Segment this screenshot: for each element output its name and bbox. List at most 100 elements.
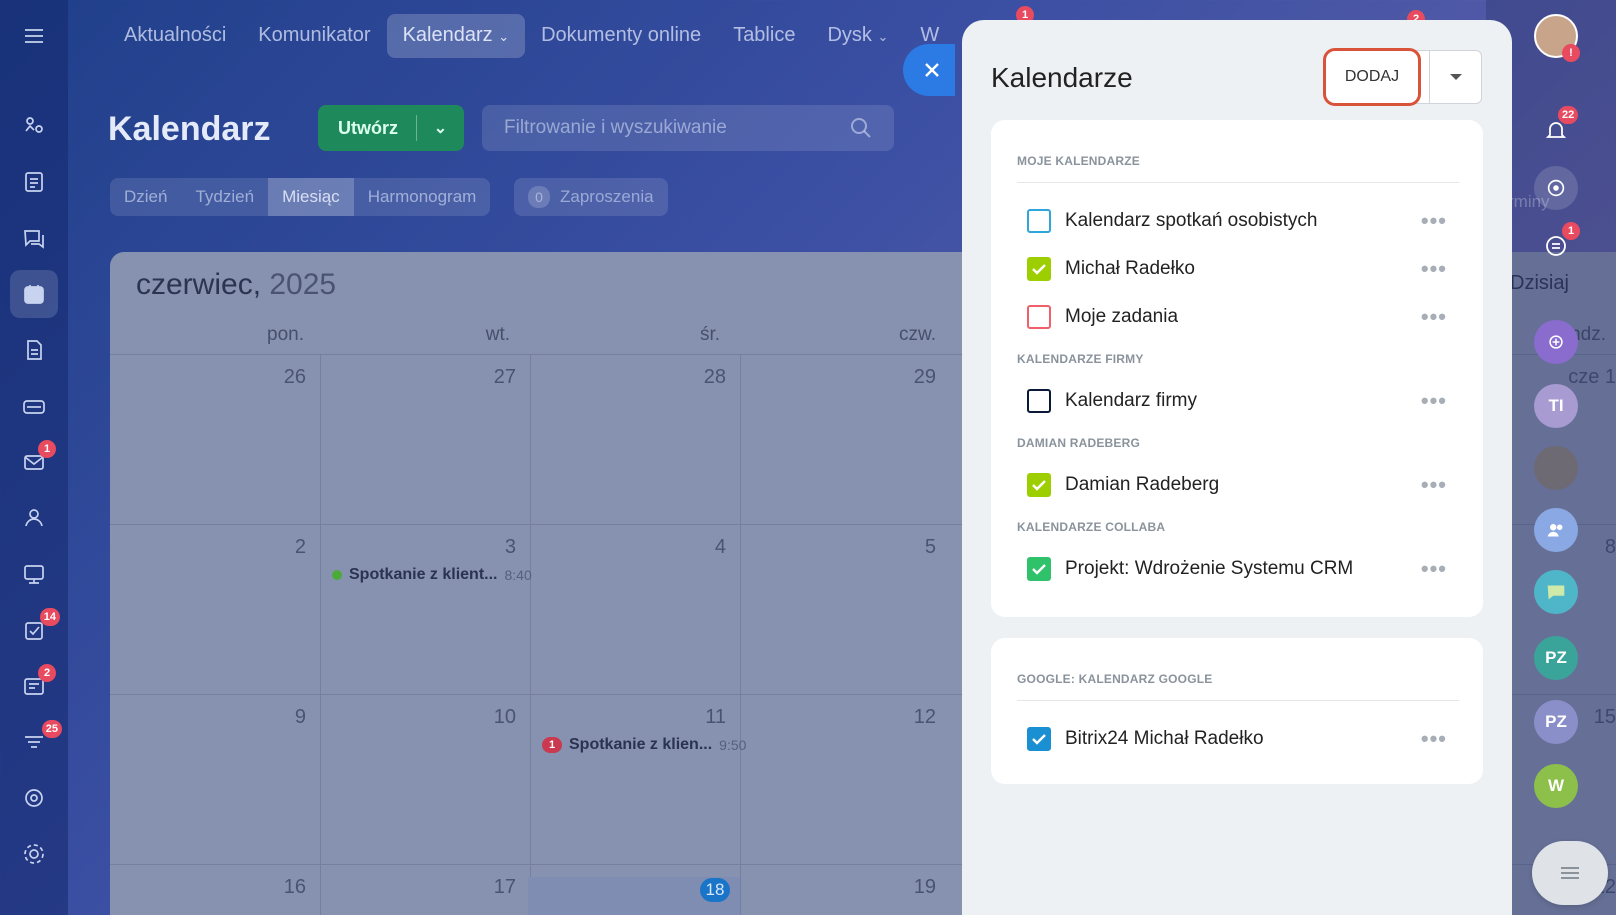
day-cell[interactable]: 11	[666, 706, 726, 729]
contact-avatar[interactable]: PZ	[1534, 636, 1578, 680]
tasks-icon[interactable]: 14	[10, 606, 60, 654]
day-cell[interactable]: 26	[246, 366, 306, 389]
check-icon	[1032, 734, 1046, 745]
day-cell[interactable]: 19	[876, 876, 936, 899]
day-cell[interactable]: 5	[876, 536, 936, 559]
nav-item-drive[interactable]: Dysk ⌄	[811, 14, 904, 58]
section-divider	[1017, 700, 1459, 701]
calendar-item[interactable]: Michał Radełko •••	[1027, 254, 1447, 284]
view-month[interactable]: Miesiąc	[268, 178, 354, 216]
copilot-icon[interactable]	[1534, 166, 1578, 210]
workgroups-icon[interactable]	[10, 550, 58, 598]
more-icon[interactable]: •••	[1421, 472, 1447, 498]
calendar-item[interactable]: Kalendarz firmy •••	[1027, 386, 1447, 416]
day-cell[interactable]: 16	[246, 876, 306, 899]
chat-badge: 1	[1562, 222, 1580, 240]
calendar-item[interactable]: Projekt: Wdrożenie Systemu CRM •••	[1027, 554, 1447, 584]
chevron-down-icon[interactable]: ⌄	[417, 118, 464, 138]
section-heading: GOOGLE: KALENDARZ GOOGLE	[1017, 672, 1213, 686]
more-icon[interactable]: •••	[1421, 304, 1447, 330]
day-cell[interactable]: 28	[666, 366, 726, 389]
nav-item-news[interactable]: Aktualności	[108, 14, 242, 58]
calendar-checkbox[interactable]	[1027, 557, 1051, 581]
more-icon[interactable]: •••	[1421, 256, 1447, 282]
calendar-name: Kalendarz firmy	[1065, 390, 1197, 411]
ai-icon[interactable]	[1534, 320, 1578, 364]
calendar-event[interactable]: Spotkanie z klient... 8:40	[332, 566, 532, 584]
calendar-name: Kalendarz spotkań osobistych	[1065, 210, 1318, 231]
contacts-icon[interactable]	[10, 494, 58, 542]
more-icon[interactable]: •••	[1421, 726, 1447, 752]
settings-icon[interactable]	[10, 830, 58, 878]
add-button[interactable]: DODAJ	[1323, 48, 1421, 106]
view-week[interactable]: Tydzień	[181, 178, 268, 216]
day-cell[interactable]: 3	[456, 536, 516, 559]
more-icon[interactable]: •••	[1421, 388, 1447, 414]
goals-icon[interactable]	[10, 774, 58, 822]
section-divider	[1017, 182, 1459, 183]
calendar-icon[interactable]	[10, 270, 58, 318]
activity-icon[interactable]	[10, 102, 58, 150]
calendar-checkbox[interactable]	[1027, 727, 1051, 751]
month-title: czerwiec, 2025	[136, 268, 336, 302]
create-button[interactable]: Utwórz ⌄	[318, 105, 464, 151]
alert-badge: !	[1562, 44, 1580, 62]
calendar-item[interactable]: Damian Radeberg •••	[1027, 470, 1447, 500]
nav-item-calendar[interactable]: Kalendarz ⌄	[386, 14, 526, 58]
nav-item-documents[interactable]: Dokumenty online	[525, 14, 717, 58]
more-icon[interactable]: •••	[1421, 208, 1447, 234]
documents-icon[interactable]	[10, 326, 58, 374]
day-cell[interactable]: 17	[456, 876, 516, 899]
today-marker[interactable]: 18	[700, 878, 730, 902]
day-cell[interactable]: 27	[456, 366, 516, 389]
calendar-name: Projekt: Wdrożenie Systemu CRM	[1065, 558, 1354, 579]
view-schedule[interactable]: Harmonogram	[354, 178, 491, 216]
contact-avatar-photo[interactable]	[1534, 446, 1578, 490]
day-cell[interactable]: 2	[246, 536, 306, 559]
filter-icon[interactable]: 25	[10, 718, 62, 766]
day-cell[interactable]: 10	[456, 706, 516, 729]
add-dropdown-arrow[interactable]	[1430, 74, 1481, 80]
calendar-item[interactable]: Moje zadania •••	[1027, 302, 1447, 332]
calendar-name: Bitrix24 Michał Radełko	[1065, 728, 1264, 749]
month-year: 2025	[269, 268, 337, 301]
day-cell[interactable]: 9	[246, 706, 306, 729]
calendar-checkbox[interactable]	[1027, 257, 1051, 281]
calendar-checkbox[interactable]	[1027, 305, 1051, 329]
contact-avatar[interactable]: TI	[1534, 384, 1578, 428]
calendar-name: Damian Radeberg	[1065, 474, 1220, 495]
support-chat-icon[interactable]	[1534, 570, 1578, 614]
nav-item-boards[interactable]: Tablice	[717, 14, 811, 58]
day-cell[interactable]: 29	[876, 366, 936, 389]
calendar-checkbox[interactable]	[1027, 473, 1051, 497]
nav-item-messenger[interactable]: Komunikator	[242, 14, 386, 58]
event-dot	[332, 570, 342, 580]
mail-icon[interactable]: 1	[10, 438, 58, 486]
check-icon	[1032, 480, 1046, 491]
chat-icon[interactable]	[10, 214, 58, 262]
search-icon[interactable]	[848, 115, 874, 141]
invitations-button[interactable]: 0 Zaproszenia	[514, 178, 668, 216]
calendar-checkbox[interactable]	[1027, 389, 1051, 413]
calendar-event[interactable]: 1 Spotkanie z klien... 9:50	[542, 736, 746, 754]
day-cell[interactable]: 12	[876, 706, 936, 729]
more-icon[interactable]: •••	[1421, 556, 1447, 582]
calendar-checkbox[interactable]	[1027, 209, 1051, 233]
view-day[interactable]: Dzień	[110, 178, 181, 216]
drive-icon[interactable]	[10, 382, 58, 430]
day-cell[interactable]: 4	[666, 536, 726, 559]
view-switcher: Dzień Tydzień Miesiąc Harmonogram	[110, 178, 491, 216]
feed-icon[interactable]	[10, 158, 58, 206]
group-icon[interactable]	[1534, 508, 1578, 552]
quick-menu-button[interactable]	[1532, 841, 1608, 905]
calendar-item[interactable]: Kalendarz spotkań osobistych •••	[1027, 206, 1447, 236]
menu-icon[interactable]	[10, 12, 58, 60]
search-input[interactable]: Filtrowanie i wyszukiwanie	[482, 105, 894, 151]
chevron-down-icon: ⌄	[498, 29, 510, 44]
close-panel-button[interactable]	[903, 44, 955, 96]
contact-avatar[interactable]: PZ	[1534, 700, 1578, 744]
contact-avatar[interactable]: W	[1534, 764, 1578, 808]
calendar-item[interactable]: Bitrix24 Michał Radełko •••	[1027, 724, 1447, 754]
crm-icon[interactable]: 2	[10, 662, 58, 710]
event-count-badge: 1	[542, 737, 562, 753]
